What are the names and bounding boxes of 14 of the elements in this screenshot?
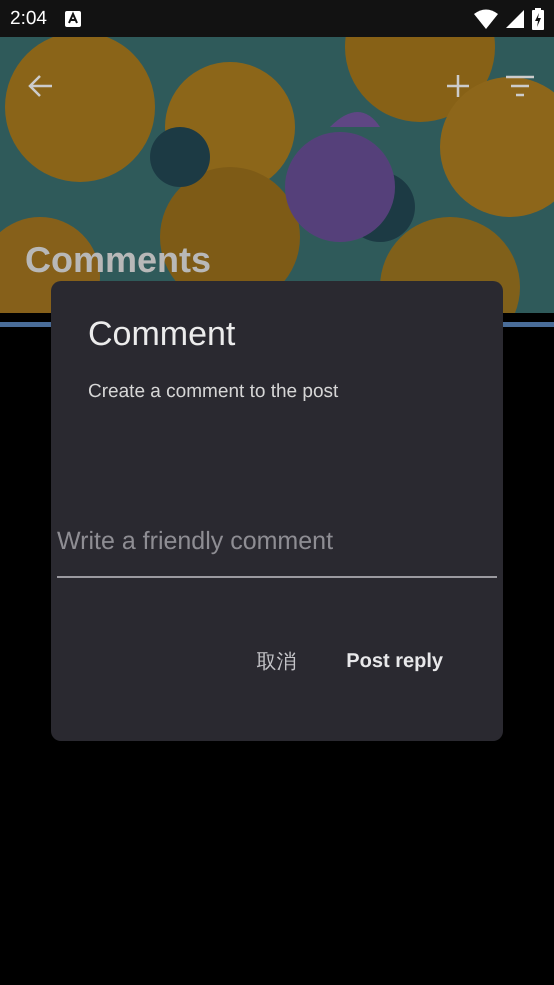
comment-field[interactable]: Write a friendly comment [57, 527, 497, 578]
battery-charging-icon [532, 8, 544, 30]
wifi-icon [474, 8, 498, 28]
page-title: Comments [25, 242, 212, 278]
add-button[interactable] [446, 74, 470, 98]
status-time: 2:04 [10, 8, 47, 30]
back-button[interactable] [28, 73, 54, 99]
filter-button[interactable] [506, 75, 534, 97]
post-reply-button[interactable]: Post reply [332, 640, 457, 683]
dialog-title: Comment [88, 315, 236, 354]
cancel-button[interactable]: 取消 [242, 640, 310, 683]
keyboard-notification-icon [64, 10, 81, 26]
dialog-message: Create a comment to the post [88, 381, 340, 403]
signal-icon [506, 10, 524, 28]
